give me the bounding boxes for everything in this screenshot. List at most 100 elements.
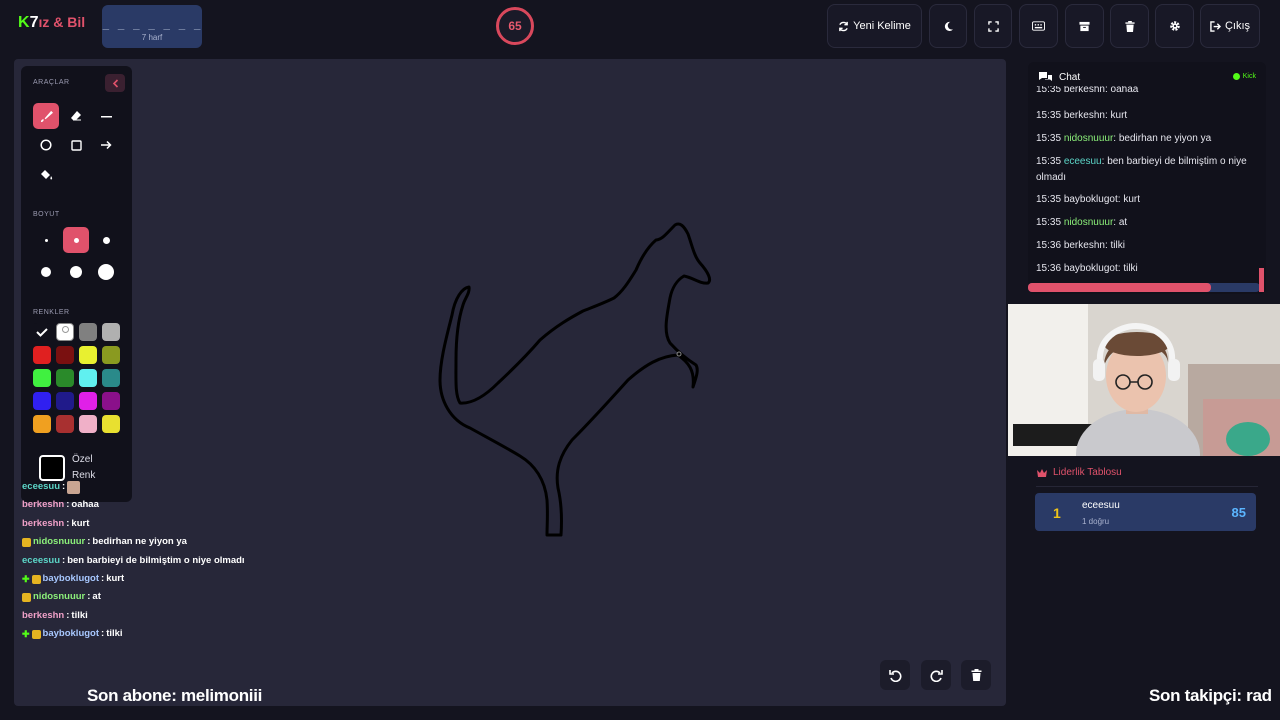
settings-button[interactable] (1155, 4, 1194, 48)
overlay-chat-user: eceesuu (22, 554, 61, 566)
arrow-tool[interactable] (93, 132, 119, 158)
color-swatch[interactable] (102, 392, 120, 410)
color-swatch[interactable] (33, 369, 51, 387)
online-dot (1232, 73, 1240, 80)
fullscreen-button[interactable] (974, 4, 1012, 48)
chat-timestamp: 15:35 (1036, 217, 1062, 229)
color-swatch[interactable] (102, 415, 120, 433)
overlay-chat-message: kurt (71, 517, 90, 529)
square-icon (70, 139, 82, 151)
color-swatch[interactable] (102, 346, 120, 364)
delete-button[interactable] (1110, 4, 1149, 48)
overlay-chat-line: ✚ bayboklugot : kurt (22, 570, 322, 588)
leaderboard-panel: Liderlik Tablosu 1 eceesuu 1 doğru 85 (1028, 460, 1266, 710)
word-blanks: _ _ _ _ _ _ _ (102, 17, 202, 30)
color-swatch[interactable] (33, 323, 51, 341)
circle-tool[interactable] (33, 132, 59, 158)
eraser-tool[interactable] (63, 103, 89, 129)
chat-message: 15:35 nidosnuuur: at (1036, 217, 1128, 229)
overlay-chat-line: nidosnuuur : at (22, 588, 322, 606)
chat-username: nidosnuuur (1063, 132, 1114, 144)
moon-icon (944, 21, 953, 31)
comments-icon (1039, 72, 1052, 81)
round-timer: 65 (496, 7, 534, 45)
chat-message: 15:35 berkeshn: oahaa (1036, 86, 1139, 94)
color-swatch[interactable] (102, 323, 120, 341)
overlay-chat-separator: : (101, 572, 105, 584)
size-dot (70, 266, 82, 278)
overlay-chat-message: at (92, 591, 101, 603)
size-dot (102, 236, 110, 244)
size-2-button[interactable] (63, 227, 89, 253)
overlay-chat-separator: : (66, 517, 70, 529)
color-swatch[interactable] (56, 415, 74, 433)
chat-message: 15:36 berkeshn: tilki (1036, 239, 1125, 251)
leaderboard-title: Liderlik Tablosu (1053, 467, 1122, 478)
fill-tool[interactable] (33, 162, 59, 188)
chevron-left-icon (112, 78, 118, 88)
logo-k: K (18, 14, 30, 31)
overlay-chat-line: berkeshn : oahaa (22, 496, 322, 514)
size-1-button[interactable] (33, 227, 59, 253)
moderator-badge-icon: ✚ (22, 573, 30, 584)
overlay-chat-line: ✚ bayboklugot : tilki (22, 625, 322, 643)
sign-out-icon (1210, 20, 1221, 32)
new-word-label: Yeni Kelime (853, 20, 911, 32)
subscriber-badge-icon (22, 537, 31, 547)
rectangle-tool[interactable] (63, 132, 89, 158)
color-swatch[interactable] (33, 392, 51, 410)
size-dot (41, 267, 51, 277)
archive-button[interactable] (1065, 4, 1104, 48)
color-swatch[interactable] (79, 392, 97, 410)
pen-tool[interactable] (33, 103, 59, 129)
size-4-button[interactable] (33, 259, 59, 285)
color-swatch[interactable] (56, 346, 74, 364)
chat-username: berkeshn (1063, 86, 1105, 94)
leaderboard-header: Liderlik Tablosu (1036, 467, 1122, 478)
line-tool[interactable] (93, 103, 119, 129)
color-swatch[interactable] (79, 323, 97, 341)
color-swatch[interactable] (56, 392, 74, 410)
logo-text: ız & Bil (38, 14, 86, 30)
dark-mode-button[interactable] (929, 4, 967, 48)
color-swatch[interactable] (79, 415, 97, 433)
line-icon (100, 115, 112, 117)
collapse-button[interactable] (105, 74, 125, 92)
size-5-button[interactable] (63, 259, 89, 285)
chat-message: 15:35 eceesuu: ben barbieyi de bilmiştim… (1036, 155, 1247, 183)
undo-button[interactable] (880, 660, 910, 690)
selected-color-ring (62, 326, 69, 333)
chat-status: Kick (1232, 73, 1256, 80)
size-section-title: BOYUT (33, 211, 60, 218)
paint-bucket-icon (40, 170, 52, 180)
circle-icon (40, 139, 52, 151)
crown-icon (1037, 468, 1047, 477)
progress-fill (1028, 283, 1212, 292)
redo-button[interactable] (921, 660, 951, 690)
leaderboard-score: 85 (1231, 505, 1246, 520)
color-swatch[interactable] (79, 346, 97, 364)
trash-icon (971, 669, 981, 681)
size-3-button[interactable] (93, 227, 119, 253)
exit-button[interactable]: Çıkış (1200, 4, 1260, 48)
size-6-button[interactable] (93, 259, 119, 285)
clear-canvas-button[interactable] (961, 660, 991, 690)
color-swatch[interactable] (56, 323, 74, 341)
chat-messages[interactable]: 15:35 berkeshn: oahaa 15:35 berkeshn: kur… (1036, 86, 1256, 284)
redo-icon (930, 669, 943, 682)
chat-scrollbar[interactable] (1259, 268, 1264, 292)
overlay-chat-user: eceesuu (22, 481, 61, 492)
overlay-chat-message: bedirhan ne yiyon ya (92, 536, 187, 548)
new-word-button[interactable]: Yeni Kelime (827, 4, 922, 48)
color-swatch[interactable] (33, 415, 51, 433)
overlay-chat-user: nidosnuuur (33, 591, 86, 603)
keyboard-button[interactable] (1019, 4, 1058, 48)
color-swatch[interactable] (102, 369, 120, 387)
chat-panel: Chat Kick 15:35 berkeshn: oahaa 15:35 ber… (1028, 62, 1266, 294)
overlay-chat-message: ben barbieyi de bilmiştim o niye olmadı (67, 554, 245, 566)
color-swatch[interactable] (79, 369, 97, 387)
exit-label: Çıkış (1224, 20, 1251, 32)
color-swatch[interactable] (33, 346, 51, 364)
chat-title: Chat (1059, 71, 1081, 83)
color-swatch[interactable] (56, 369, 74, 387)
